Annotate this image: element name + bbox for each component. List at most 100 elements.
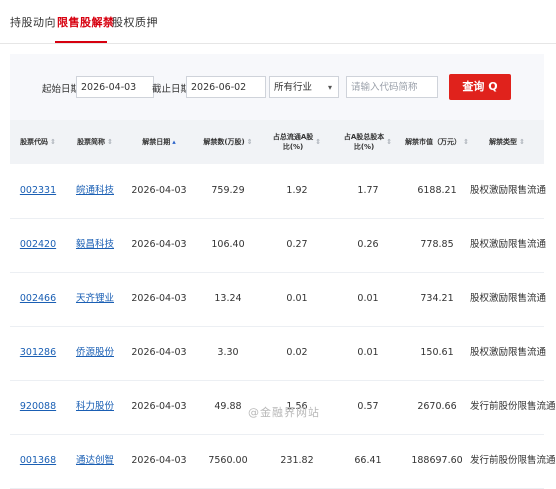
table-cell: 发行前股份限售流通 (470, 401, 556, 412)
table-cell: 2670.66 (417, 401, 457, 412)
table-cell-wrap: 2670.66 (404, 380, 470, 434)
table-cell: 发行前股份限售流通 (470, 455, 556, 466)
stock-name-link[interactable]: 皖通科技 (76, 185, 114, 196)
tab-restricted-unlock[interactable]: 限售股解禁 (57, 14, 115, 30)
start-date-input[interactable]: 2026-04-03 (76, 76, 154, 98)
table-cell-wrap: 侨源股份 (66, 326, 124, 380)
watermark: @金融界网站 (248, 406, 320, 419)
filter-bar: 起始日期： 2026-04-03 截止日期： 2026-06-02 所有行业 ▾… (10, 54, 544, 120)
sort-icon: ⇕ (246, 138, 253, 146)
search-input[interactable]: 请输入代码简称 (346, 76, 438, 98)
table-cell-wrap: 1.77 (332, 164, 404, 218)
table-cell-wrap: 106.40 (194, 218, 262, 272)
table-cell-wrap: 股权激励限售流通 (470, 326, 547, 380)
table-cell: 0.01 (357, 347, 379, 358)
unlock-panel: 起始日期： 2026-04-03 截止日期： 2026-06-02 所有行业 ▾… (10, 54, 556, 489)
query-button[interactable]: 查询 Q (449, 74, 511, 100)
table-cell-wrap: 2026-04-03 (124, 164, 194, 218)
stock-name-link[interactable]: 毅昌科技 (76, 239, 114, 250)
chevron-down-icon: ▾ (327, 83, 332, 92)
table-row: 001368 通达创智 2026-04-03 7560.00 231.82 66.41 18… (10, 434, 556, 489)
table-cell-wrap: 0.57 (332, 380, 404, 434)
industry-select[interactable]: 所有行业 ▾ (269, 76, 339, 98)
table-cell: 13.24 (214, 293, 242, 304)
stock-code-link[interactable]: 002331 (20, 185, 56, 196)
stock-code-link[interactable]: 002420 (20, 239, 56, 250)
col-header[interactable]: 解禁类型 ⇕ (470, 120, 544, 164)
table-cell-wrap: 7560.00 (194, 434, 262, 488)
table-cell: 1.92 (286, 185, 308, 196)
col-header[interactable]: 股票简称 ⇕ (66, 120, 124, 164)
stock-name-link[interactable]: 侨源股份 (76, 347, 114, 358)
table-cell-wrap: 150.61 (404, 326, 470, 380)
table-cell: 股权激励限售流通 (470, 185, 547, 196)
col-header[interactable]: 股票代码 ⇕ (10, 120, 66, 164)
table-cell: 股权激励限售流通 (470, 239, 547, 250)
table-cell: 231.82 (280, 455, 314, 466)
table-row: 002331 皖通科技 2026-04-03 759.29 1.92 1.77 6188.2… (10, 164, 547, 219)
table-cell-wrap: 2026-04-03 (124, 218, 194, 272)
table-cell: 106.40 (211, 239, 245, 250)
table-header: 股票代码 ⇕ 股票简称 ⇕ 解禁日期 ▴ 解禁数(万股) ⇕ 占总流通A股 比(%) ⇕ … (10, 120, 544, 164)
tab-divider (0, 43, 556, 44)
table-cell-wrap: 231.82 (262, 434, 332, 488)
table-cell: 股权激励限售流通 (470, 347, 547, 358)
stock-code-link[interactable]: 920088 (20, 401, 56, 412)
sort-icon: ⇕ (50, 138, 56, 146)
table-cell: 0.27 (286, 239, 308, 250)
table-cell: 188697.60 (411, 455, 463, 466)
col-header[interactable]: 解禁数(万股) ⇕ (194, 120, 262, 164)
table-cell-wrap: 股权激励限售流通 (470, 164, 547, 218)
table-cell: 150.61 (420, 347, 454, 358)
table-cell-wrap: 778.85 (404, 218, 470, 272)
sort-icon: ⇕ (519, 138, 525, 146)
table-cell-wrap: 301286 (10, 326, 66, 380)
stock-code-link[interactable]: 301286 (20, 347, 56, 358)
table-cell: 2026-04-03 (131, 455, 187, 466)
tab-holding-changes[interactable]: 持股动向 (10, 14, 56, 30)
sort-ascending-icon: ▴ (172, 138, 176, 146)
col-header[interactable]: 占总流通A股 比(%) ⇕ (262, 120, 332, 164)
table-cell: 0.01 (357, 293, 379, 304)
table-cell-wrap: 759.29 (194, 164, 262, 218)
table-cell-wrap: 发行前股份限售流通 (470, 434, 556, 488)
table-cell-wrap: 0.01 (332, 272, 404, 326)
table-cell-wrap: 0.26 (332, 218, 404, 272)
stock-code-link[interactable]: 002466 (20, 293, 56, 304)
end-date-input[interactable]: 2026-06-02 (186, 76, 266, 98)
table-cell-wrap: 科力股份 (66, 380, 124, 434)
table-cell: 0.01 (286, 293, 308, 304)
sort-icon: ⇕ (315, 138, 322, 146)
stock-name-link[interactable]: 天齐锂业 (76, 293, 114, 304)
table-cell-wrap: 0.27 (262, 218, 332, 272)
table-cell-wrap: 188697.60 (404, 434, 470, 488)
col-header[interactable]: 解禁市值（万元） ⇕ (404, 120, 470, 164)
table-cell: 66.41 (354, 455, 382, 466)
table-cell-wrap: 0.02 (262, 326, 332, 380)
industry-select-value: 所有行业 (274, 82, 313, 93)
table-cell-wrap: 13.24 (194, 272, 262, 326)
table-cell: 0.26 (357, 239, 379, 250)
table-cell-wrap: 001368 (10, 434, 66, 488)
table-cell-wrap: 734.21 (404, 272, 470, 326)
table-row: 301286 侨源股份 2026-04-03 3.30 0.02 0.01 150.61 股权… (10, 326, 547, 381)
table-cell: 0.57 (357, 401, 379, 412)
table-cell-wrap: 66.41 (332, 434, 404, 488)
table-cell-wrap: 1.92 (262, 164, 332, 218)
table-row: 002420 毅昌科技 2026-04-03 106.40 0.27 0.26 778.85… (10, 218, 547, 273)
table-cell-wrap: 0.01 (332, 326, 404, 380)
table-cell: 2026-04-03 (131, 239, 187, 250)
col-header[interactable]: 占A股总股本 比(%) ⇕ (332, 120, 404, 164)
sort-icon: ⇕ (463, 138, 469, 146)
table-cell-wrap: 2026-04-03 (124, 326, 194, 380)
table-cell-wrap: 毅昌科技 (66, 218, 124, 272)
table-cell-wrap: 002466 (10, 272, 66, 326)
stock-code-link[interactable]: 001368 (20, 455, 56, 466)
table-cell: 49.88 (214, 401, 242, 412)
table-cell: 734.21 (420, 293, 454, 304)
tab-equity-pledge[interactable]: 股权质押 (112, 14, 158, 30)
table-cell-wrap: 发行前股份限售流通 (470, 380, 556, 434)
col-header[interactable]: 解禁日期 ▴ (124, 120, 194, 164)
stock-name-link[interactable]: 通达创智 (76, 455, 114, 466)
stock-name-link[interactable]: 科力股份 (76, 401, 114, 412)
